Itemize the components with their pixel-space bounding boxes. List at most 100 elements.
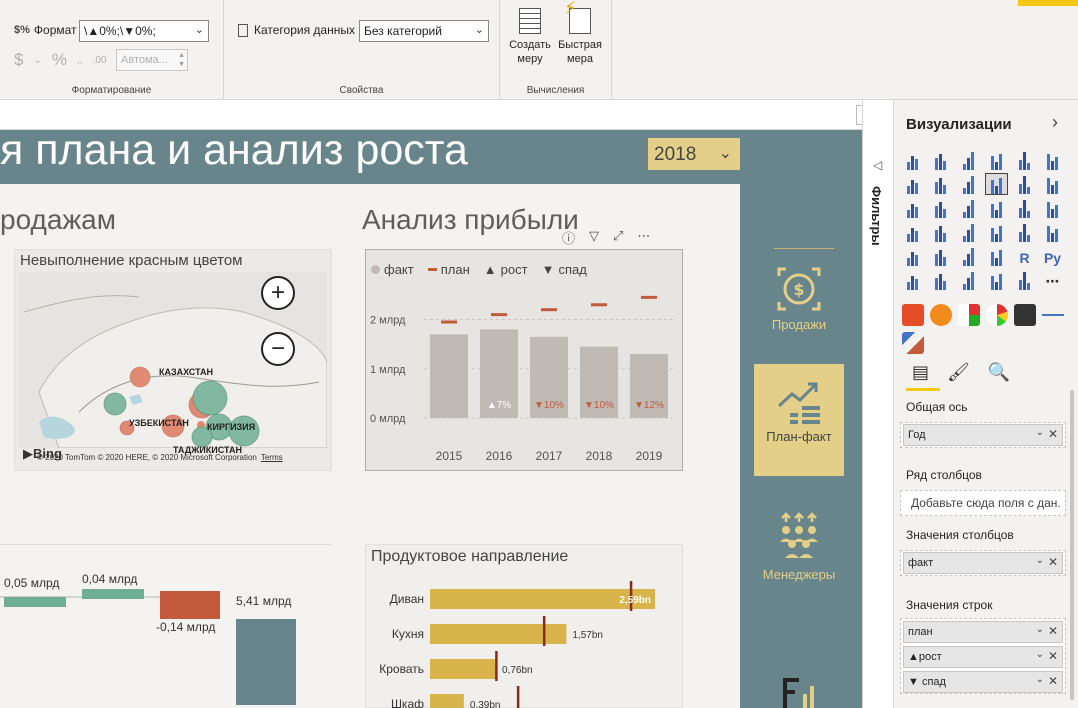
ribbon-visual-icon[interactable] — [1042, 174, 1063, 194]
key-influencers-visual-icon[interactable] — [902, 270, 923, 290]
decimal-places-input[interactable]: Автома... ▲ ▼ — [116, 49, 188, 71]
filled-map-visual-icon[interactable] — [930, 222, 951, 242]
chevron-down-icon[interactable]: ⌄ — [1036, 555, 1044, 566]
waterfall-visual[interactable]: 0,05 млрд 0,04 млрд -0,14 млрд 5,41 млрд — [0, 544, 332, 708]
percent-icon[interactable]: % — [52, 50, 67, 70]
field-pill-decline[interactable]: ▼ спад ⌄ ✕ — [903, 671, 1063, 693]
formula-bar[interactable]: ⌄ — [0, 100, 890, 130]
nav-managers-button[interactable]: Менеджеры — [754, 510, 844, 582]
chevron-down-icon[interactable]: ⌄ — [1036, 649, 1044, 660]
paginated-visual-icon[interactable] — [1014, 270, 1035, 290]
qna-visual-icon[interactable] — [958, 270, 979, 290]
format-paintbrush-icon[interactable]: 🖌 — [947, 362, 970, 383]
kpi-visual-icon[interactable] — [902, 246, 923, 266]
stacked-column-visual-icon[interactable] — [930, 150, 951, 170]
nav-sales-button[interactable]: $ Продажи — [754, 264, 844, 332]
nav-next-icon[interactable] — [754, 670, 844, 708]
chevron-down-icon[interactable]: ⌄ — [1036, 427, 1044, 438]
kpi-gauge-icon[interactable] — [986, 304, 1008, 326]
map-visual-icon[interactable] — [902, 222, 923, 242]
close-icon[interactable]: ✕ — [1048, 624, 1058, 638]
quick-measure-button[interactable]: Быстрая мера — [556, 1, 604, 66]
sparkline-visual-icon[interactable] — [1014, 304, 1036, 326]
python-visual-icon[interactable]: Py — [1042, 246, 1063, 266]
clustered-column-visual-icon[interactable] — [986, 150, 1007, 170]
map-visual[interactable]: Невыполнение красным цветом + − КАЗАХСТА… — [14, 249, 332, 471]
analytics-magnifier-icon[interactable]: 🔍 — [988, 362, 1010, 383]
product-direction-visual[interactable]: Продуктовое направление Диван 2,59bn Кухня… — [365, 544, 683, 708]
stacked-area-visual-icon[interactable] — [958, 174, 979, 194]
treemap-visual-icon[interactable] — [1042, 198, 1063, 218]
focus-mode-icon[interactable]: ⤢ — [613, 228, 623, 247]
gauge-visual-icon[interactable] — [958, 304, 980, 326]
close-icon[interactable]: ✕ — [1048, 649, 1058, 663]
slicer-visual-icon[interactable] — [930, 246, 951, 266]
field-pill-year[interactable]: Год ⌄ ✕ — [903, 424, 1063, 446]
chevron-right-icon[interactable]: › — [1052, 112, 1058, 133]
filter-icon[interactable]: ▽ — [589, 228, 599, 247]
line-stacked-column-visual-icon[interactable] — [1014, 174, 1035, 194]
year-slicer[interactable]: 2018 ⌄ — [648, 138, 740, 170]
r-script-visual-icon[interactable]: R — [1014, 246, 1035, 266]
thousands-separator-icon[interactable]: ,, — [77, 55, 83, 66]
row-values-well[interactable]: план ⌄ ✕ ▲рост ⌄ ✕ ▼ спад ⌄ ✕ — [900, 618, 1066, 694]
field-pill-plan[interactable]: план ⌄ ✕ — [903, 621, 1063, 643]
legend-item[interactable]: ▼ спад — [542, 262, 587, 277]
column-series-well[interactable]: Добавьте сюда поля с дан... — [900, 490, 1066, 516]
chevron-down-icon[interactable]: ⌄ — [1036, 674, 1044, 685]
terms-link[interactable]: Terms — [261, 453, 283, 462]
smart-narrative-visual-icon[interactable] — [986, 270, 1007, 290]
bullet-visual-icon[interactable] — [1042, 304, 1064, 326]
spin-arrows-icon[interactable]: ▲ ▼ — [178, 51, 185, 69]
pie-visual-icon[interactable] — [986, 198, 1007, 218]
multi-card-visual-icon[interactable] — [1042, 222, 1063, 242]
help-icon[interactable]: ⓘ — [562, 228, 575, 247]
zoom-out-button[interactable]: − — [261, 332, 295, 366]
100-bar-visual-icon[interactable] — [1014, 150, 1035, 170]
legend-item[interactable]: ▲ рост — [484, 262, 528, 277]
scatter-visual-icon[interactable] — [958, 198, 979, 218]
chord-visual-icon[interactable] — [902, 332, 924, 354]
card-visual-icon[interactable] — [1014, 222, 1035, 242]
close-icon[interactable]: ✕ — [1048, 674, 1058, 688]
field-pill-growth[interactable]: ▲рост ⌄ ✕ — [903, 646, 1063, 668]
waterfall-visual-icon[interactable] — [902, 198, 923, 218]
decimal-icon[interactable]: .00 — [93, 55, 107, 66]
legend-item[interactable]: план — [427, 262, 470, 277]
shared-axis-well[interactable]: Год ⌄ ✕ — [900, 422, 1066, 448]
fish-visual-icon[interactable] — [930, 304, 952, 326]
pane-scrollbar[interactable] — [1070, 390, 1074, 700]
line-visual-icon[interactable] — [902, 174, 923, 194]
more-visual-icon[interactable]: ⋯ — [1042, 270, 1063, 290]
profit-chart-visual[interactable]: факт план ▲ рост ▼ спад 0 млрд 1 млрд 2 млрд… — [365, 249, 683, 471]
table-visual-icon[interactable] — [958, 246, 979, 266]
filters-label[interactable]: Фильтры — [869, 186, 884, 246]
matrix-visual-icon[interactable] — [986, 246, 1007, 266]
100-column-visual-icon[interactable] — [1042, 150, 1063, 170]
close-icon[interactable]: ✕ — [1048, 555, 1058, 569]
decomposition-tree-visual-icon[interactable] — [930, 270, 951, 290]
close-icon[interactable]: ✕ — [1048, 427, 1058, 441]
nav-plan-fact-button[interactable]: План-факт — [754, 364, 844, 476]
create-measure-button[interactable]: Создать меру — [506, 8, 554, 66]
legend-item[interactable]: факт — [371, 262, 414, 277]
funnel-visual-icon[interactable] — [930, 198, 951, 218]
field-pill-fact[interactable]: факт ⌄ ✕ — [903, 552, 1063, 574]
chevron-down-icon[interactable]: ⌄ — [1036, 624, 1044, 635]
column-values-well[interactable]: факт ⌄ ✕ — [900, 550, 1066, 576]
chevron-down-icon[interactable]: ⌄ — [33, 55, 41, 66]
more-options-icon[interactable]: ⋯ — [637, 228, 650, 247]
area-visual-icon[interactable] — [930, 174, 951, 194]
format-dropdown[interactable]: \▲0%;\▼0%; ⌄ — [79, 20, 209, 42]
html-visual-icon[interactable] — [902, 304, 924, 326]
line-column-visual-icon[interactable] — [985, 173, 1008, 195]
filters-pane-collapsed[interactable]: ◁ Фильтры — [862, 100, 894, 708]
donut-visual-icon[interactable] — [1014, 198, 1035, 218]
zoom-in-button[interactable]: + — [261, 276, 295, 310]
clustered-bar-visual-icon[interactable] — [958, 150, 979, 170]
gauge-visual-icon[interactable] — [986, 222, 1007, 242]
stacked-bar-visual-icon[interactable] — [902, 150, 923, 170]
shape-map-visual-icon[interactable] — [958, 222, 979, 242]
data-category-dropdown[interactable]: Без категорий ⌄ — [359, 20, 489, 42]
fields-tab-icon[interactable]: ▤ — [912, 362, 929, 383]
